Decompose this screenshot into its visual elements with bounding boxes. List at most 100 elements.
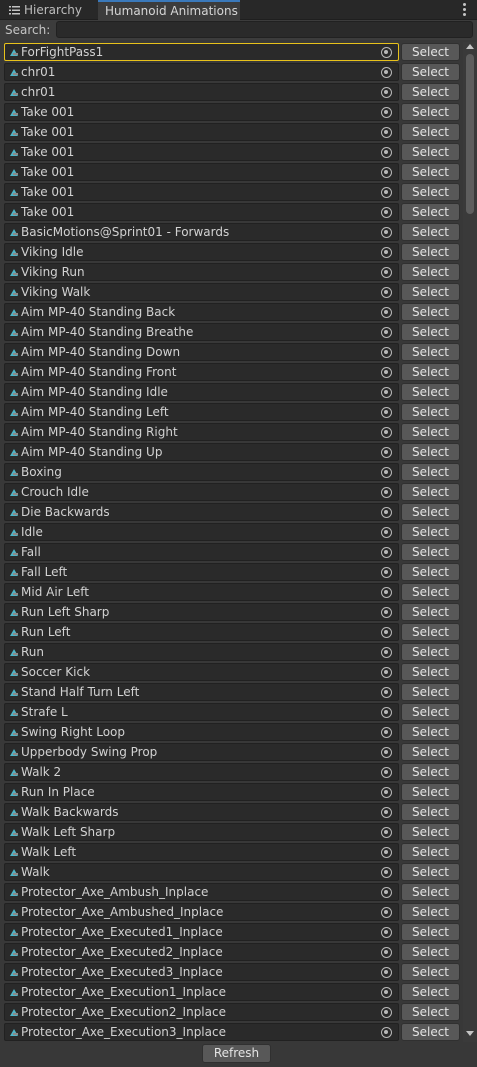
animation-object-field[interactable]: Aim MP-40 Standing Right	[4, 423, 399, 441]
select-button[interactable]: Select	[401, 863, 460, 881]
object-picker-icon[interactable]	[381, 267, 392, 278]
object-picker-icon[interactable]	[381, 847, 392, 858]
animation-object-field[interactable]: Crouch Idle	[4, 483, 399, 501]
select-button[interactable]: Select	[401, 123, 460, 141]
animation-object-field[interactable]: Protector_Axe_Ambush_Inplace	[4, 883, 399, 901]
object-picker-icon[interactable]	[381, 307, 392, 318]
animation-object-field[interactable]: Aim MP-40 Standing Idle	[4, 383, 399, 401]
select-button[interactable]: Select	[401, 503, 460, 521]
object-picker-icon[interactable]	[381, 607, 392, 618]
object-picker-icon[interactable]	[381, 67, 392, 78]
object-picker-icon[interactable]	[381, 87, 392, 98]
object-picker-icon[interactable]	[381, 947, 392, 958]
animation-object-field[interactable]: Protector_Axe_Execution2_Inplace	[4, 1003, 399, 1021]
select-button[interactable]: Select	[401, 463, 460, 481]
select-button[interactable]: Select	[401, 423, 460, 441]
animation-object-field[interactable]: Take 001	[4, 183, 399, 201]
refresh-button[interactable]: Refresh	[202, 1044, 271, 1063]
select-button[interactable]: Select	[401, 303, 460, 321]
object-picker-icon[interactable]	[381, 587, 392, 598]
object-picker-icon[interactable]	[381, 327, 392, 338]
object-picker-icon[interactable]	[381, 747, 392, 758]
animation-object-field[interactable]: Walk 2	[4, 763, 399, 781]
animation-object-field[interactable]: Viking Walk	[4, 283, 399, 301]
more-options-icon[interactable]	[461, 3, 467, 17]
animation-object-field[interactable]: Walk Left	[4, 843, 399, 861]
object-picker-icon[interactable]	[381, 627, 392, 638]
object-picker-icon[interactable]	[381, 527, 392, 538]
animation-object-field[interactable]: Take 001	[4, 103, 399, 121]
animation-object-field[interactable]: Boxing	[4, 463, 399, 481]
animation-object-field[interactable]: Die Backwards	[4, 503, 399, 521]
object-picker-icon[interactable]	[381, 147, 392, 158]
object-picker-icon[interactable]	[381, 827, 392, 838]
animation-object-field[interactable]: chr01	[4, 63, 399, 81]
animation-object-field[interactable]: Take 001	[4, 123, 399, 141]
object-picker-icon[interactable]	[381, 347, 392, 358]
select-button[interactable]: Select	[401, 83, 460, 101]
animation-object-field[interactable]: Fall	[4, 543, 399, 561]
select-button[interactable]: Select	[401, 103, 460, 121]
object-picker-icon[interactable]	[381, 987, 392, 998]
animation-object-field[interactable]: Swing Right Loop	[4, 723, 399, 741]
select-button[interactable]: Select	[401, 663, 460, 681]
object-picker-icon[interactable]	[381, 967, 392, 978]
object-picker-icon[interactable]	[381, 487, 392, 498]
animation-object-field[interactable]: chr01	[4, 83, 399, 101]
select-button[interactable]: Select	[401, 703, 460, 721]
object-picker-icon[interactable]	[381, 887, 392, 898]
object-picker-icon[interactable]	[381, 807, 392, 818]
select-button[interactable]: Select	[401, 223, 460, 241]
select-button[interactable]: Select	[401, 343, 460, 361]
animation-object-field[interactable]: Strafe L	[4, 703, 399, 721]
select-button[interactable]: Select	[401, 963, 460, 981]
search-input[interactable]	[56, 21, 473, 38]
animation-object-field[interactable]: Take 001	[4, 163, 399, 181]
object-picker-icon[interactable]	[381, 507, 392, 518]
object-picker-icon[interactable]	[381, 667, 392, 678]
select-button[interactable]: Select	[401, 543, 460, 561]
object-picker-icon[interactable]	[381, 867, 392, 878]
animation-object-field[interactable]: Aim MP-40 Standing Down	[4, 343, 399, 361]
object-picker-icon[interactable]	[381, 927, 392, 938]
animation-object-field[interactable]: Run Left	[4, 623, 399, 641]
object-picker-icon[interactable]	[381, 447, 392, 458]
select-button[interactable]: Select	[401, 43, 460, 61]
select-button[interactable]: Select	[401, 1003, 460, 1021]
object-picker-icon[interactable]	[381, 287, 392, 298]
object-picker-icon[interactable]	[381, 547, 392, 558]
object-picker-icon[interactable]	[381, 707, 392, 718]
object-picker-icon[interactable]	[381, 767, 392, 778]
select-button[interactable]: Select	[401, 803, 460, 821]
object-picker-icon[interactable]	[381, 227, 392, 238]
animation-object-field[interactable]: Walk Left Sharp	[4, 823, 399, 841]
object-picker-icon[interactable]	[381, 427, 392, 438]
object-picker-icon[interactable]	[381, 467, 392, 478]
select-button[interactable]: Select	[401, 623, 460, 641]
animation-object-field[interactable]: Walk Backwards	[4, 803, 399, 821]
animation-object-field[interactable]: Run	[4, 643, 399, 661]
tab-humanoid-animations[interactable]: Humanoid Animations	[98, 0, 240, 20]
animation-object-field[interactable]: Aim MP-40 Standing Up	[4, 443, 399, 461]
animation-object-field[interactable]: Viking Run	[4, 263, 399, 281]
animation-object-field[interactable]: Take 001	[4, 203, 399, 221]
select-button[interactable]: Select	[401, 943, 460, 961]
select-button[interactable]: Select	[401, 63, 460, 81]
select-button[interactable]: Select	[401, 843, 460, 861]
select-button[interactable]: Select	[401, 383, 460, 401]
select-button[interactable]: Select	[401, 403, 460, 421]
select-button[interactable]: Select	[401, 183, 460, 201]
animation-object-field[interactable]: Take 001	[4, 143, 399, 161]
animation-object-field[interactable]: Viking Idle	[4, 243, 399, 261]
select-button[interactable]: Select	[401, 763, 460, 781]
object-picker-icon[interactable]	[381, 727, 392, 738]
scroll-thumb[interactable]	[466, 54, 474, 214]
select-button[interactable]: Select	[401, 483, 460, 501]
animation-object-field[interactable]: Protector_Axe_Executed2_Inplace	[4, 943, 399, 961]
object-picker-icon[interactable]	[381, 567, 392, 578]
select-button[interactable]: Select	[401, 163, 460, 181]
select-button[interactable]: Select	[401, 283, 460, 301]
select-button[interactable]: Select	[401, 923, 460, 941]
animation-object-field[interactable]: Run Left Sharp	[4, 603, 399, 621]
object-picker-icon[interactable]	[381, 247, 392, 258]
